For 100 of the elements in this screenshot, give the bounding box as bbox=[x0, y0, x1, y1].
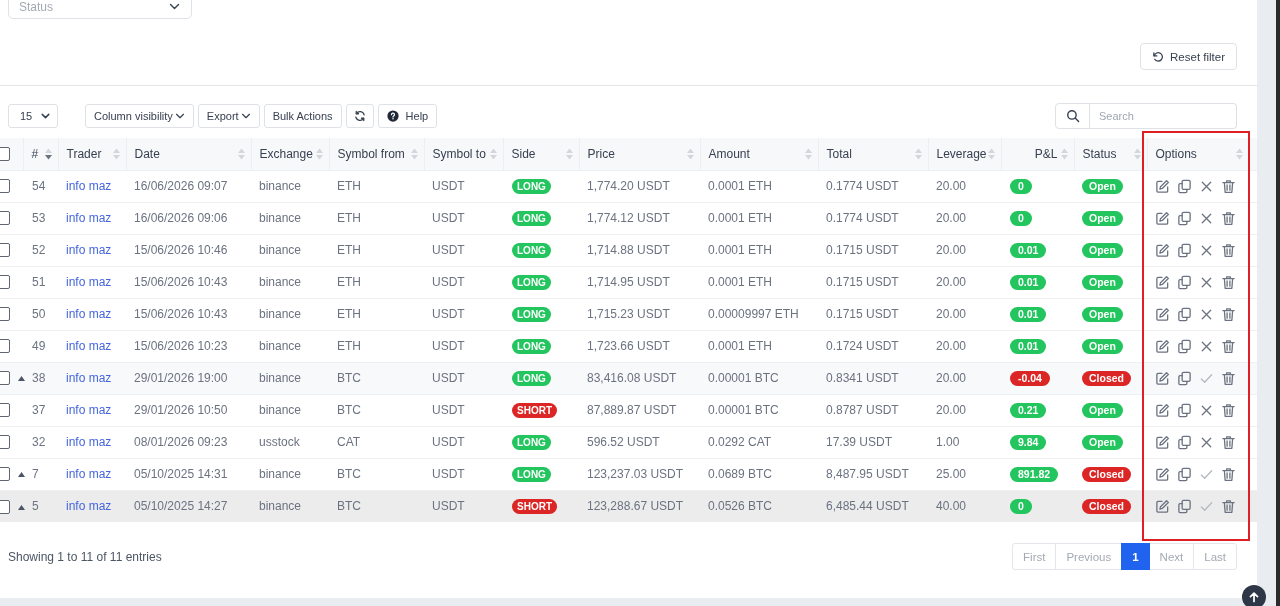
leverage-text: 40.00 bbox=[936, 499, 967, 514]
trader-link[interactable]: info maz bbox=[66, 499, 112, 514]
reset-filter-button[interactable]: Reset filter bbox=[1140, 43, 1237, 70]
row-checkbox[interactable] bbox=[0, 403, 10, 418]
column-header[interactable]: Total bbox=[818, 138, 928, 170]
copy-icon[interactable] bbox=[1177, 434, 1192, 450]
edit-icon[interactable] bbox=[1155, 466, 1170, 482]
scroll-top-button[interactable] bbox=[1242, 585, 1266, 606]
row-checkbox[interactable] bbox=[0, 371, 10, 386]
trader-link[interactable]: info maz bbox=[66, 211, 112, 225]
amount-text: 0.00001 BTC bbox=[708, 403, 779, 417]
page-length-select[interactable]: 15 bbox=[8, 104, 58, 128]
caret-up-icon[interactable] bbox=[18, 376, 25, 382]
edit-icon[interactable] bbox=[1155, 434, 1170, 450]
caret-up-icon[interactable] bbox=[18, 504, 25, 510]
column-header[interactable]: Price bbox=[579, 138, 700, 170]
refresh-button[interactable] bbox=[345, 104, 374, 128]
price-text: 1,774.20 USDT bbox=[587, 179, 670, 193]
search-button[interactable] bbox=[1055, 103, 1090, 129]
dropdown-button[interactable]: Export bbox=[197, 104, 260, 128]
copy-icon[interactable] bbox=[1177, 242, 1192, 258]
trader-link[interactable]: info maz bbox=[66, 243, 112, 257]
row-checkbox[interactable] bbox=[0, 307, 10, 322]
trash-icon[interactable] bbox=[1221, 210, 1236, 226]
copy-icon[interactable] bbox=[1177, 338, 1192, 354]
trader-link[interactable]: info maz bbox=[66, 179, 112, 193]
column-header[interactable]: Date bbox=[126, 138, 251, 170]
trash-icon[interactable] bbox=[1221, 402, 1236, 418]
edit-icon[interactable] bbox=[1155, 370, 1170, 386]
search-input[interactable]: Search bbox=[1090, 103, 1237, 129]
status-badge: Open bbox=[1082, 242, 1123, 258]
column-header[interactable]: # bbox=[23, 138, 58, 170]
pnl-badge: 0 bbox=[1010, 210, 1032, 226]
trash-icon[interactable] bbox=[1221, 338, 1236, 354]
row-checkbox[interactable] bbox=[0, 179, 10, 194]
edit-icon[interactable] bbox=[1155, 306, 1170, 322]
trash-icon[interactable] bbox=[1221, 274, 1236, 290]
copy-icon[interactable] bbox=[1177, 274, 1192, 290]
column-header[interactable]: P&L bbox=[1001, 138, 1074, 170]
date-text: 29/01/2026 10:50 bbox=[134, 403, 228, 417]
copy-icon[interactable] bbox=[1177, 370, 1192, 386]
edit-icon[interactable] bbox=[1155, 178, 1170, 194]
edit-icon[interactable] bbox=[1155, 338, 1170, 354]
column-header[interactable]: Trader bbox=[58, 138, 126, 170]
trash-icon[interactable] bbox=[1221, 370, 1236, 386]
trader-link[interactable]: info maz bbox=[66, 339, 112, 353]
trash-icon[interactable] bbox=[1221, 242, 1236, 258]
row-checkbox[interactable] bbox=[0, 499, 10, 514]
column-header[interactable]: Side bbox=[503, 138, 579, 170]
price-text: 123,237.03 USDT bbox=[587, 467, 684, 481]
edit-icon[interactable] bbox=[1155, 498, 1170, 514]
trader-link[interactable]: info maz bbox=[66, 467, 112, 481]
edit-icon[interactable] bbox=[1155, 242, 1170, 258]
trader-link[interactable]: info maz bbox=[66, 371, 112, 385]
edit-icon[interactable] bbox=[1155, 402, 1170, 418]
select-all-checkbox[interactable] bbox=[0, 147, 10, 162]
trash-icon[interactable] bbox=[1221, 498, 1236, 514]
trash-icon[interactable] bbox=[1221, 434, 1236, 450]
leverage-text: 20.00 bbox=[936, 403, 967, 417]
column-header[interactable]: Options bbox=[1147, 138, 1257, 170]
row-checkbox[interactable] bbox=[0, 467, 10, 482]
status-badge: Closed bbox=[1082, 498, 1131, 514]
copy-icon[interactable] bbox=[1177, 306, 1192, 322]
pnl-badge: -0.04 bbox=[1010, 370, 1050, 386]
row-checkbox[interactable] bbox=[0, 275, 10, 290]
trader-link[interactable]: info maz bbox=[66, 403, 112, 417]
dropdown-button[interactable]: Column visibility bbox=[85, 104, 194, 128]
row-checkbox[interactable] bbox=[0, 435, 10, 450]
symbol-text: CAT bbox=[337, 435, 361, 449]
column-header[interactable]: Symbol from bbox=[329, 138, 424, 170]
copy-icon[interactable] bbox=[1177, 498, 1192, 514]
column-header[interactable]: Status bbox=[1074, 138, 1147, 170]
symbol-text: USDT bbox=[432, 211, 465, 225]
side-badge: SHORT bbox=[512, 498, 557, 514]
row-checkbox[interactable] bbox=[0, 339, 10, 354]
trader-link[interactable]: info maz bbox=[66, 307, 112, 321]
caret-up-icon[interactable] bbox=[18, 472, 25, 478]
toolbar-button[interactable]: Bulk Actions bbox=[263, 104, 342, 128]
column-header[interactable]: Leverage bbox=[928, 138, 1001, 170]
help-button[interactable]: Help bbox=[377, 104, 438, 128]
column-header[interactable]: Amount bbox=[700, 138, 818, 170]
trader-link[interactable]: info maz bbox=[66, 435, 112, 449]
row-checkbox[interactable] bbox=[0, 211, 10, 226]
trash-icon[interactable] bbox=[1221, 466, 1236, 482]
page-button[interactable]: 1 bbox=[1121, 543, 1150, 570]
column-header[interactable]: Exchange bbox=[251, 138, 329, 170]
row-checkbox[interactable] bbox=[0, 243, 10, 258]
trash-icon[interactable] bbox=[1221, 306, 1236, 322]
copy-icon[interactable] bbox=[1177, 466, 1192, 482]
edit-icon[interactable] bbox=[1155, 210, 1170, 226]
copy-icon[interactable] bbox=[1177, 178, 1192, 194]
column-header[interactable]: Symbol to bbox=[424, 138, 503, 170]
copy-icon[interactable] bbox=[1177, 210, 1192, 226]
trader-link[interactable]: info maz bbox=[66, 275, 112, 289]
pnl-badge: 891.82 bbox=[1010, 466, 1059, 482]
price-text: 1,714.95 USDT bbox=[587, 275, 670, 289]
sort-icon[interactable] bbox=[44, 148, 52, 160]
copy-icon[interactable] bbox=[1177, 402, 1192, 418]
trash-icon[interactable] bbox=[1221, 178, 1236, 194]
edit-icon[interactable] bbox=[1155, 274, 1170, 290]
